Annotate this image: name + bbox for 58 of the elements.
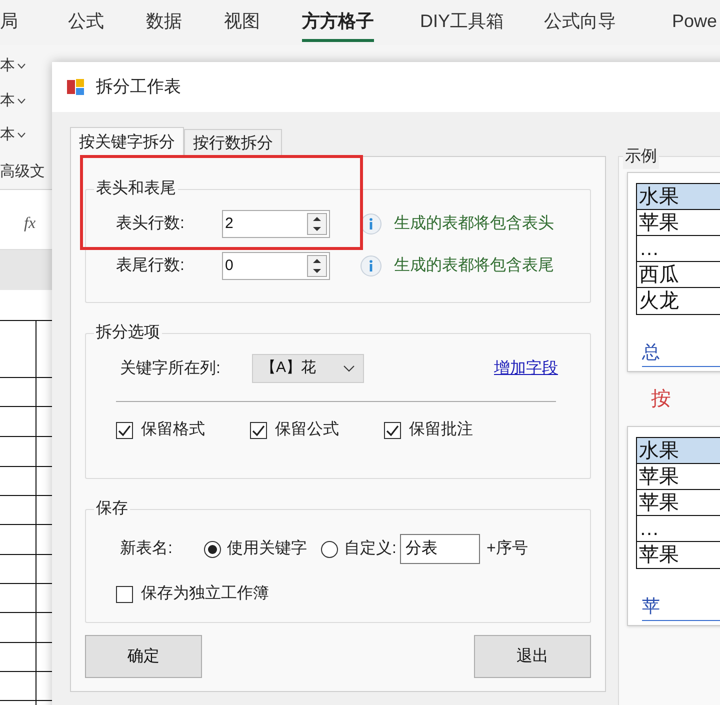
tab[interactable]: 按关键字拆分 [70,127,184,157]
field-label: 表头行数: [116,214,186,234]
window-title: 拆分工作表 [96,76,181,98]
chevron-icon [17,63,26,70]
add-field-link[interactable]: 增加字段 [494,356,558,380]
ribbon-tab[interactable]: Powe [672,8,718,42]
info-note: 生成的表都将包含表头 [394,214,554,234]
number-spinner[interactable]: 0 [222,252,330,280]
info-icon [360,213,382,235]
info-note: 生成的表都将包含表尾 [394,256,554,276]
checkbox[interactable]: 保留批注 [384,418,518,442]
ribbon-tab[interactable]: 数据 [146,8,182,42]
ribbon-tab[interactable]: DIY工具箱 [420,8,504,42]
ribbon-tab[interactable]: 视图 [224,8,260,42]
info-icon [360,255,382,277]
example-cell: 苹果 [637,490,720,516]
name-input-field[interactable]: 分表 [400,534,480,564]
example-cell: 苹果 [637,210,720,236]
checkbox[interactable]: 保留公式 [250,418,384,442]
dialog-button[interactable]: 确定 [85,635,202,678]
tab[interactable]: 按行数拆分 [184,129,282,156]
ribbon-dropdown[interactable]: 本 [0,55,26,78]
number-spinner[interactable]: 2 [222,210,330,238]
column-dropdown[interactable]: 【A】花 [252,354,364,383]
ribbon-tab[interactable]: 局 [0,8,18,42]
chevron-icon [343,365,355,372]
chevron-icon [17,98,26,104]
radio-button[interactable]: 使用关键字 [204,537,307,561]
function-label: fx [24,214,36,234]
ribbon-tab[interactable]: 公式向导 [544,8,616,42]
radio-button[interactable]: 自定义: [321,537,396,561]
group-title: 示例 [623,145,660,169]
app-icon [66,77,86,97]
dialog-button[interactable]: 退出 [474,635,592,678]
ribbon-tab[interactable]: 方方格子 [302,8,374,42]
spinner-arrows-icon [307,213,327,235]
checkbox[interactable]: 保存为独立工作簿 [116,582,590,606]
sheet-tab[interactable]: 苹 [642,593,720,621]
group-label: 高级文 [0,162,45,182]
check-icon [118,424,131,436]
suffix-label: +序号 [486,538,528,559]
example-cell: 苹果 [637,464,720,490]
example-caption: 按 [651,387,672,412]
ribbon-dropdown[interactable]: 本 [0,90,26,112]
field-label: 关键字所在列: [120,358,222,378]
check-icon [252,424,265,436]
check-icon [386,424,399,436]
sheet-tab[interactable]: 总 [642,339,720,367]
checkbox[interactable]: 保留格式 [116,418,250,442]
field-label: 表尾行数: [116,256,186,276]
chevron-icon [17,132,26,138]
field-label: 新表名: [120,538,174,559]
example-cell: 水果 [637,438,720,464]
ribbon-tab[interactable]: 公式 [68,8,104,42]
ribbon-dropdown[interactable]: 本 [0,124,26,146]
example-cell: 西瓜 [637,262,720,288]
spinner-arrows-icon [307,255,327,277]
example-cell: 水果 [637,184,720,210]
